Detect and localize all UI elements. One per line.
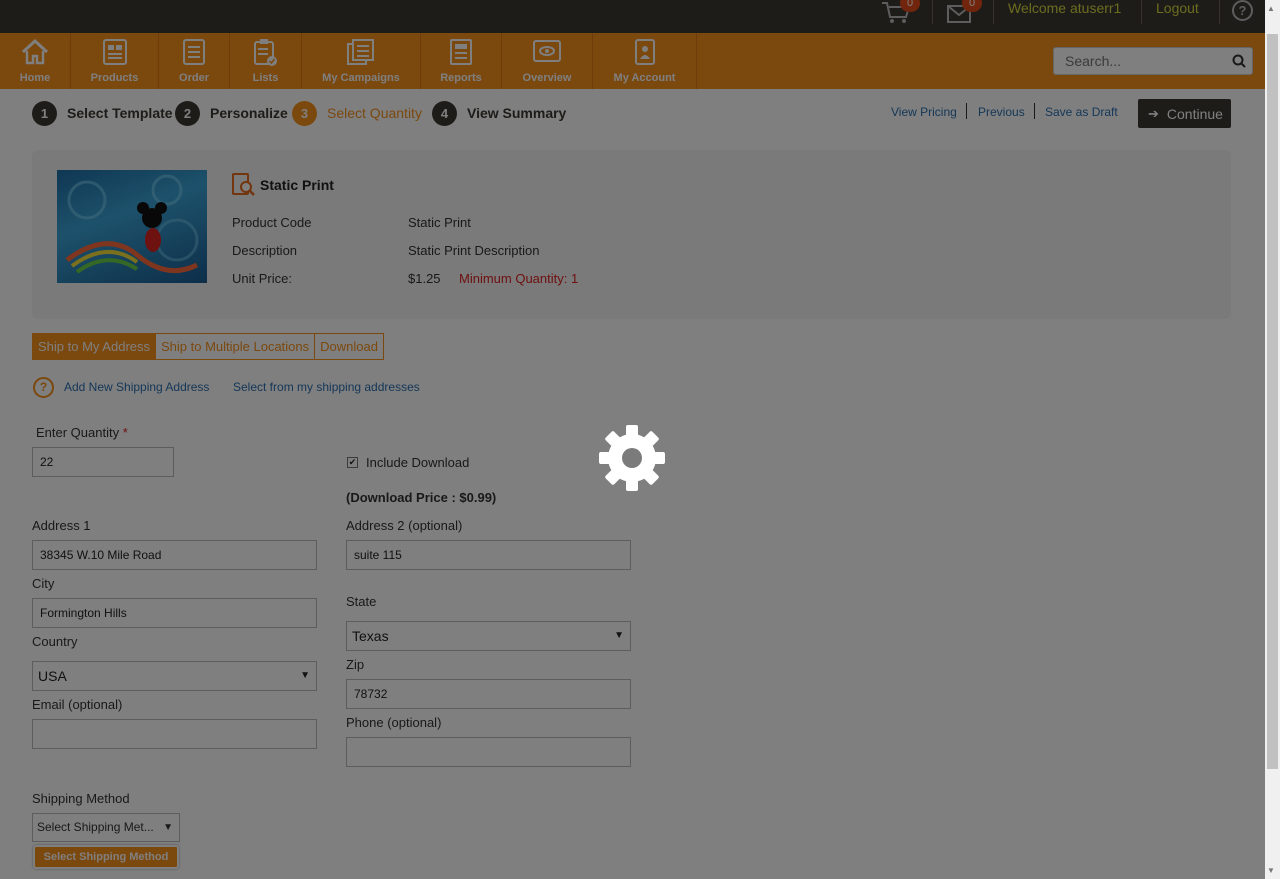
scroll-down-icon[interactable]: ▼ <box>1267 866 1275 875</box>
loading-gear-icon <box>597 423 667 496</box>
scrollbar-thumb[interactable] <box>1267 34 1278 769</box>
scroll-up-icon[interactable]: ▲ <box>1267 4 1275 13</box>
